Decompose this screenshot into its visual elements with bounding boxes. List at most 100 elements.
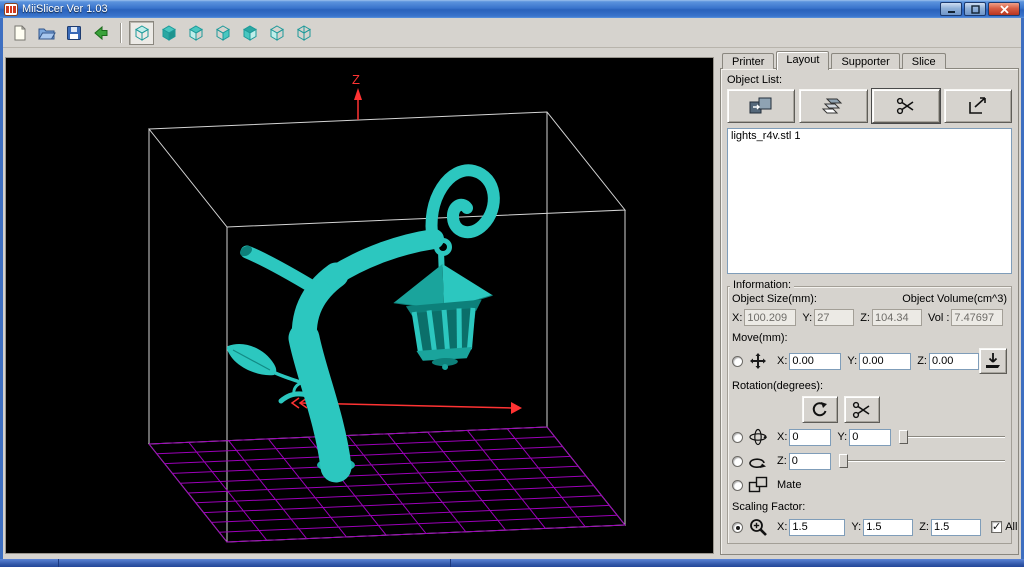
size-z-field: [871, 309, 922, 326]
object-size-label: Object Size(mm):: [732, 293, 817, 305]
mate-icon: [747, 475, 769, 495]
scissors-icon: [896, 97, 914, 115]
list-item[interactable]: lights_r4v.stl 1: [731, 130, 1008, 143]
copy-object-icon: [822, 98, 843, 114]
mate-label: Mate: [777, 479, 802, 491]
magnifier-icon: [747, 517, 769, 537]
add-object-icon: [749, 97, 772, 114]
drop-to-bed-button[interactable]: [978, 348, 1007, 374]
scale-z-field[interactable]: [930, 518, 981, 536]
rotate-3d-icon: [747, 427, 769, 447]
size-x-field: [744, 309, 797, 326]
view-cube-button-4[interactable]: [210, 21, 235, 45]
tab-bar: Printer Layout Supporter Slice: [722, 51, 1019, 70]
move-y-label: Y:: [847, 355, 858, 367]
view-cube-icon: [242, 24, 257, 41]
move-z-field[interactable]: [928, 352, 979, 370]
move-x-label: X:: [777, 355, 788, 367]
view-cube-icon: [161, 24, 176, 41]
move-y-field[interactable]: [859, 352, 912, 370]
layout-tab-page: Object List: lights_r4v.stl 1 Informatio…: [720, 68, 1019, 555]
rot-y-field[interactable]: [849, 428, 892, 446]
size-y-label: Y:: [802, 311, 813, 324]
rotate-xy-slider[interactable]: [899, 428, 1005, 446]
back-button[interactable]: [88, 21, 113, 45]
model-lantern: [393, 252, 493, 370]
toolbar-separator: [120, 22, 122, 43]
viewport-3d[interactable]: Z: [5, 57, 714, 554]
z-axis-indicator: Z: [352, 72, 362, 120]
tab-layout[interactable]: Layout: [776, 51, 830, 70]
rotate-z-slider-thumb[interactable]: [838, 454, 848, 468]
cut-object-button[interactable]: [870, 88, 941, 124]
view-cube-button-1[interactable]: [129, 20, 154, 45]
rot-z-label: Z:: [777, 455, 787, 467]
move-arrows-icon: [747, 351, 769, 371]
scale-z-label: Z:: [919, 521, 929, 533]
rot-z-field[interactable]: [788, 452, 831, 470]
add-object-button[interactable]: [727, 89, 796, 123]
side-panel: Printer Layout Supporter Slice Object Li…: [718, 48, 1021, 559]
build-plate-grid: [148, 426, 626, 543]
scale-y-label: Y:: [851, 521, 862, 533]
window-title: MiiSlicer Ver 1.03: [22, 3, 108, 15]
save-icon: [66, 25, 81, 40]
view-cube-icon: [296, 24, 311, 41]
view-cube-button-3[interactable]: [183, 21, 208, 45]
move-label: Move(mm):: [732, 332, 788, 344]
object-buttons: [727, 88, 1012, 124]
rotate-xy-radio[interactable]: [732, 431, 743, 443]
rotate-xy-slider-thumb[interactable]: [899, 430, 909, 444]
tab-printer[interactable]: Printer: [722, 53, 775, 69]
new-file-button[interactable]: [7, 21, 32, 45]
close-button[interactable]: [988, 2, 1020, 16]
rot-x-label: X:: [777, 431, 788, 443]
back-arrow-icon: [94, 25, 108, 40]
copy-object-button[interactable]: [799, 89, 868, 123]
scale-y-field[interactable]: [863, 518, 914, 536]
export-object-button[interactable]: [943, 89, 1012, 123]
rotate-z-slider[interactable]: [838, 452, 1005, 470]
scale-x-label: X:: [777, 521, 788, 533]
scale-radio[interactable]: [732, 521, 743, 533]
rotate-button[interactable]: [802, 396, 838, 423]
tab-slice[interactable]: Slice: [901, 53, 946, 69]
move-x-field[interactable]: [789, 352, 842, 370]
object-volume-label: Object Volume(cm^3): [902, 293, 1007, 305]
rot-x-field[interactable]: [789, 428, 832, 446]
rot-y-label: Y:: [837, 431, 848, 443]
new-document-icon: [14, 25, 25, 40]
scale-x-field[interactable]: [789, 518, 846, 536]
model-lamp-post: [226, 164, 500, 483]
size-z-label: Z:: [860, 311, 870, 324]
maximize-button[interactable]: [964, 2, 986, 16]
object-list-label: Object List:: [727, 74, 783, 86]
volume-label: Vol :: [927, 311, 950, 324]
move-radio[interactable]: [732, 355, 743, 367]
taskbar[interactable]: [0, 559, 1024, 567]
cut-rotation-button[interactable]: [844, 396, 880, 423]
app-icon: [4, 2, 18, 16]
view-cube-icon: [215, 24, 230, 41]
save-file-button[interactable]: [61, 21, 86, 45]
all-checkbox[interactable]: [990, 521, 1003, 533]
all-label: All: [1005, 521, 1018, 533]
export-icon: [969, 97, 986, 114]
move-z-label: Z:: [917, 355, 927, 367]
open-file-button[interactable]: [34, 21, 59, 45]
maximize-icon: [970, 4, 980, 14]
view-cube-button-5[interactable]: [237, 21, 262, 45]
size-x-label: X:: [732, 311, 743, 324]
view-cube-button-6[interactable]: [264, 21, 289, 45]
rotate-z-radio[interactable]: [732, 455, 743, 467]
window-titlebar[interactable]: MiiSlicer Ver 1.03: [0, 0, 1024, 18]
view-cube-button-2[interactable]: [156, 21, 181, 45]
model-spiral: [425, 164, 500, 247]
minimize-button[interactable]: [940, 2, 962, 16]
mate-radio[interactable]: [732, 479, 743, 491]
rotate-arc-icon: [812, 401, 827, 416]
tab-supporter[interactable]: Supporter: [831, 53, 900, 69]
view-cube-icon: [188, 24, 203, 41]
view-cube-button-7[interactable]: [291, 21, 316, 45]
object-listbox[interactable]: lights_r4v.stl 1: [727, 128, 1012, 274]
